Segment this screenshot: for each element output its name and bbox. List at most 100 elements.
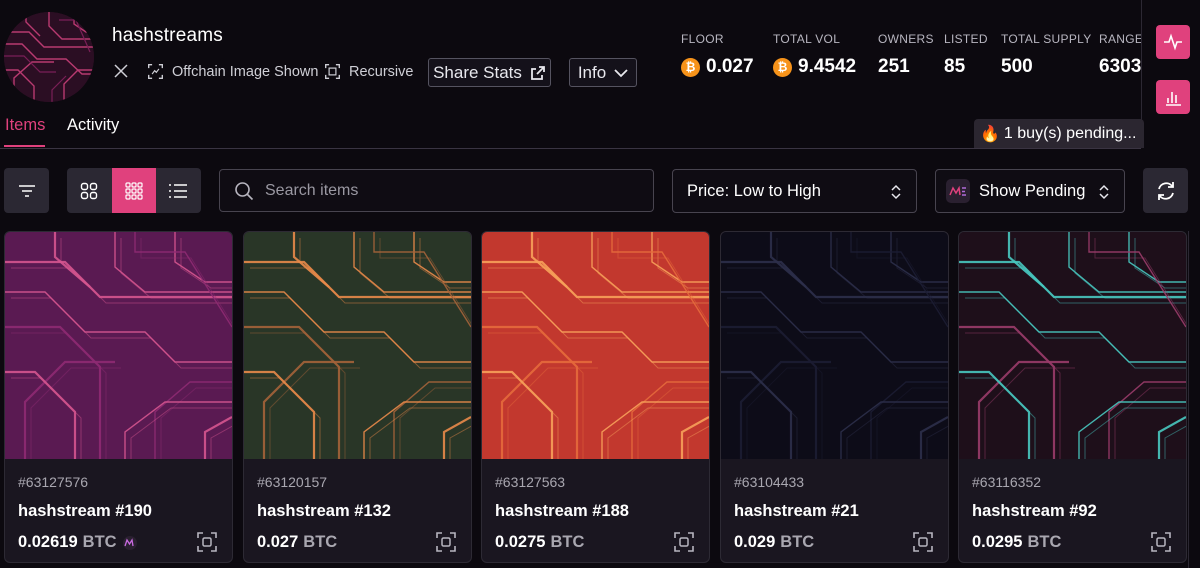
recursive-tag: Recursive — [324, 63, 413, 80]
stat-owners: OWNERS 251 — [878, 32, 934, 78]
item-price: 0.027 BTC — [257, 533, 337, 552]
share-stats-label: Share Stats — [433, 62, 522, 82]
activity-pulse-button[interactable] — [1156, 25, 1190, 59]
item-title[interactable]: hashstream #92 — [972, 502, 1097, 521]
view-list-button[interactable] — [156, 168, 201, 213]
stat-total-vol: TOTAL VOL ₿ 9.4542 — [773, 32, 856, 78]
price-value: 0.0275 — [495, 533, 546, 551]
item-card[interactable]: #63127563 hashstream #188 0.0275 BTC — [481, 231, 710, 563]
item-card[interactable]: #63104433 hashstream #21 0.029 BTC — [720, 231, 949, 563]
share-icon — [531, 65, 545, 80]
collection-name: hashstreams — [112, 25, 223, 46]
stat-listed: LISTED 85 — [944, 32, 988, 78]
stat-label: LISTED — [944, 32, 988, 46]
inscription-number: #63127576 — [18, 474, 89, 490]
pending-filter-value: Show Pending — [979, 181, 1086, 200]
stat-value: 85 — [944, 56, 966, 77]
inspect-icon[interactable] — [1150, 531, 1172, 553]
pending-magic-eden-icon — [122, 535, 137, 550]
price-value: 0.0295 — [972, 533, 1023, 551]
stat-value: 6303 — [1099, 56, 1141, 77]
item-title[interactable]: hashstream #132 — [257, 502, 391, 521]
item-title[interactable]: hashstream #190 — [18, 502, 152, 521]
search-box — [219, 169, 654, 212]
item-card[interactable]: #63116352 hashstream #92 0.0295 BTC — [958, 231, 1187, 563]
view-toggle-group — [67, 168, 201, 213]
sort-select[interactable]: Price: Low to High — [672, 169, 917, 213]
view-large-grid-button[interactable] — [67, 168, 112, 213]
search-icon — [235, 181, 254, 200]
inscription-number: #63127563 — [495, 474, 566, 490]
item-price: 0.029 BTC — [734, 533, 814, 552]
item-card[interactable]: #63120157 hashstream #132 0.027 BTC — [243, 231, 472, 563]
search-input[interactable] — [265, 181, 645, 200]
bar-chart-icon — [1166, 92, 1181, 106]
inspect-icon[interactable] — [196, 531, 218, 553]
large-grid-icon — [81, 182, 98, 199]
share-stats-button[interactable]: Share Stats — [428, 58, 551, 87]
price-value: 0.02619 — [18, 533, 78, 551]
recursive-icon — [325, 64, 340, 79]
pending-filter-select[interactable]: Show Pending — [935, 169, 1125, 213]
item-price: 0.0275 BTC — [495, 533, 584, 552]
pending-buys-label: 1 buy(s) pending... — [1003, 124, 1137, 142]
view-small-grid-button[interactable] — [111, 168, 157, 213]
bitcoin-icon: ₿ — [681, 57, 700, 77]
item-title[interactable]: hashstream #21 — [734, 502, 859, 521]
price-value: 0.029 — [734, 533, 776, 551]
active-tab-indicator — [4, 145, 45, 147]
sort-select-value: Price: Low to High — [687, 181, 821, 200]
x-twitter-icon[interactable] — [112, 62, 130, 80]
bitcoin-icon: ₿ — [773, 57, 792, 77]
tab-items[interactable]: Items — [5, 116, 45, 135]
refresh-button[interactable] — [1143, 168, 1188, 213]
stat-label: FLOOR — [681, 32, 724, 46]
offchain-image-label: Offchain Image Shown — [172, 63, 319, 80]
inspect-icon[interactable] — [435, 531, 457, 553]
item-card[interactable]: #63127576 hashstream #190 0.02619 BTC — [4, 231, 233, 563]
chevron-down-icon — [614, 68, 628, 77]
stat-floor: FLOOR ₿ 0.027 — [681, 32, 754, 78]
inscription-number: #63120157 — [257, 474, 328, 490]
price-unit: BTC — [82, 533, 117, 551]
filter-button[interactable] — [4, 168, 49, 213]
recursive-label: Recursive — [349, 63, 414, 80]
fire-icon: 🔥 — [980, 125, 1000, 143]
item-artwork-image — [959, 232, 1186, 459]
stat-total-supply: TOTAL SUPPLY 500 — [1001, 32, 1092, 78]
chevron-up-down-icon — [891, 184, 901, 200]
stat-label: OWNERS — [878, 32, 934, 46]
chart-button[interactable] — [1156, 80, 1190, 114]
price-value: 0.027 — [257, 533, 299, 551]
stat-value: 0.027 — [706, 56, 754, 77]
collection-page: hashstreams Offchain Image Shown Recursi… — [0, 0, 1200, 568]
scrollbar[interactable] — [1188, 231, 1200, 568]
stat-range: RANGE 6303 — [1099, 32, 1141, 78]
item-title[interactable]: hashstream #188 — [495, 502, 629, 521]
tab-divider — [0, 148, 1141, 149]
inspect-icon[interactable] — [912, 531, 934, 553]
inscription-number: #63104433 — [734, 474, 805, 490]
list-icon — [169, 183, 188, 198]
price-unit: BTC — [780, 533, 815, 551]
inscription-number: #63116352 — [972, 474, 1042, 490]
info-label: Info — [577, 62, 607, 82]
stat-value: 251 — [878, 56, 910, 77]
offchain-image-tag: Offchain Image Shown — [147, 63, 318, 80]
item-artwork-image — [721, 232, 948, 459]
collection-avatar — [4, 12, 94, 102]
chevron-up-down-icon — [1099, 184, 1109, 200]
stat-label: TOTAL SUPPLY — [1001, 32, 1092, 46]
image-frame-icon — [148, 64, 163, 79]
info-dropdown-button[interactable]: Info — [569, 58, 637, 87]
pending-buys-chip[interactable]: 🔥 1 buy(s) pending... — [974, 119, 1145, 148]
stat-value: 9.4542 — [798, 56, 857, 77]
price-unit: BTC — [303, 533, 338, 551]
tab-activity[interactable]: Activity — [67, 116, 119, 135]
inspect-icon[interactable] — [673, 531, 695, 553]
item-artwork-image — [482, 232, 709, 459]
price-unit: BTC — [550, 533, 585, 551]
small-grid-icon — [125, 181, 143, 200]
refresh-icon — [1157, 181, 1174, 200]
stat-label: RANGE — [1099, 32, 1141, 46]
